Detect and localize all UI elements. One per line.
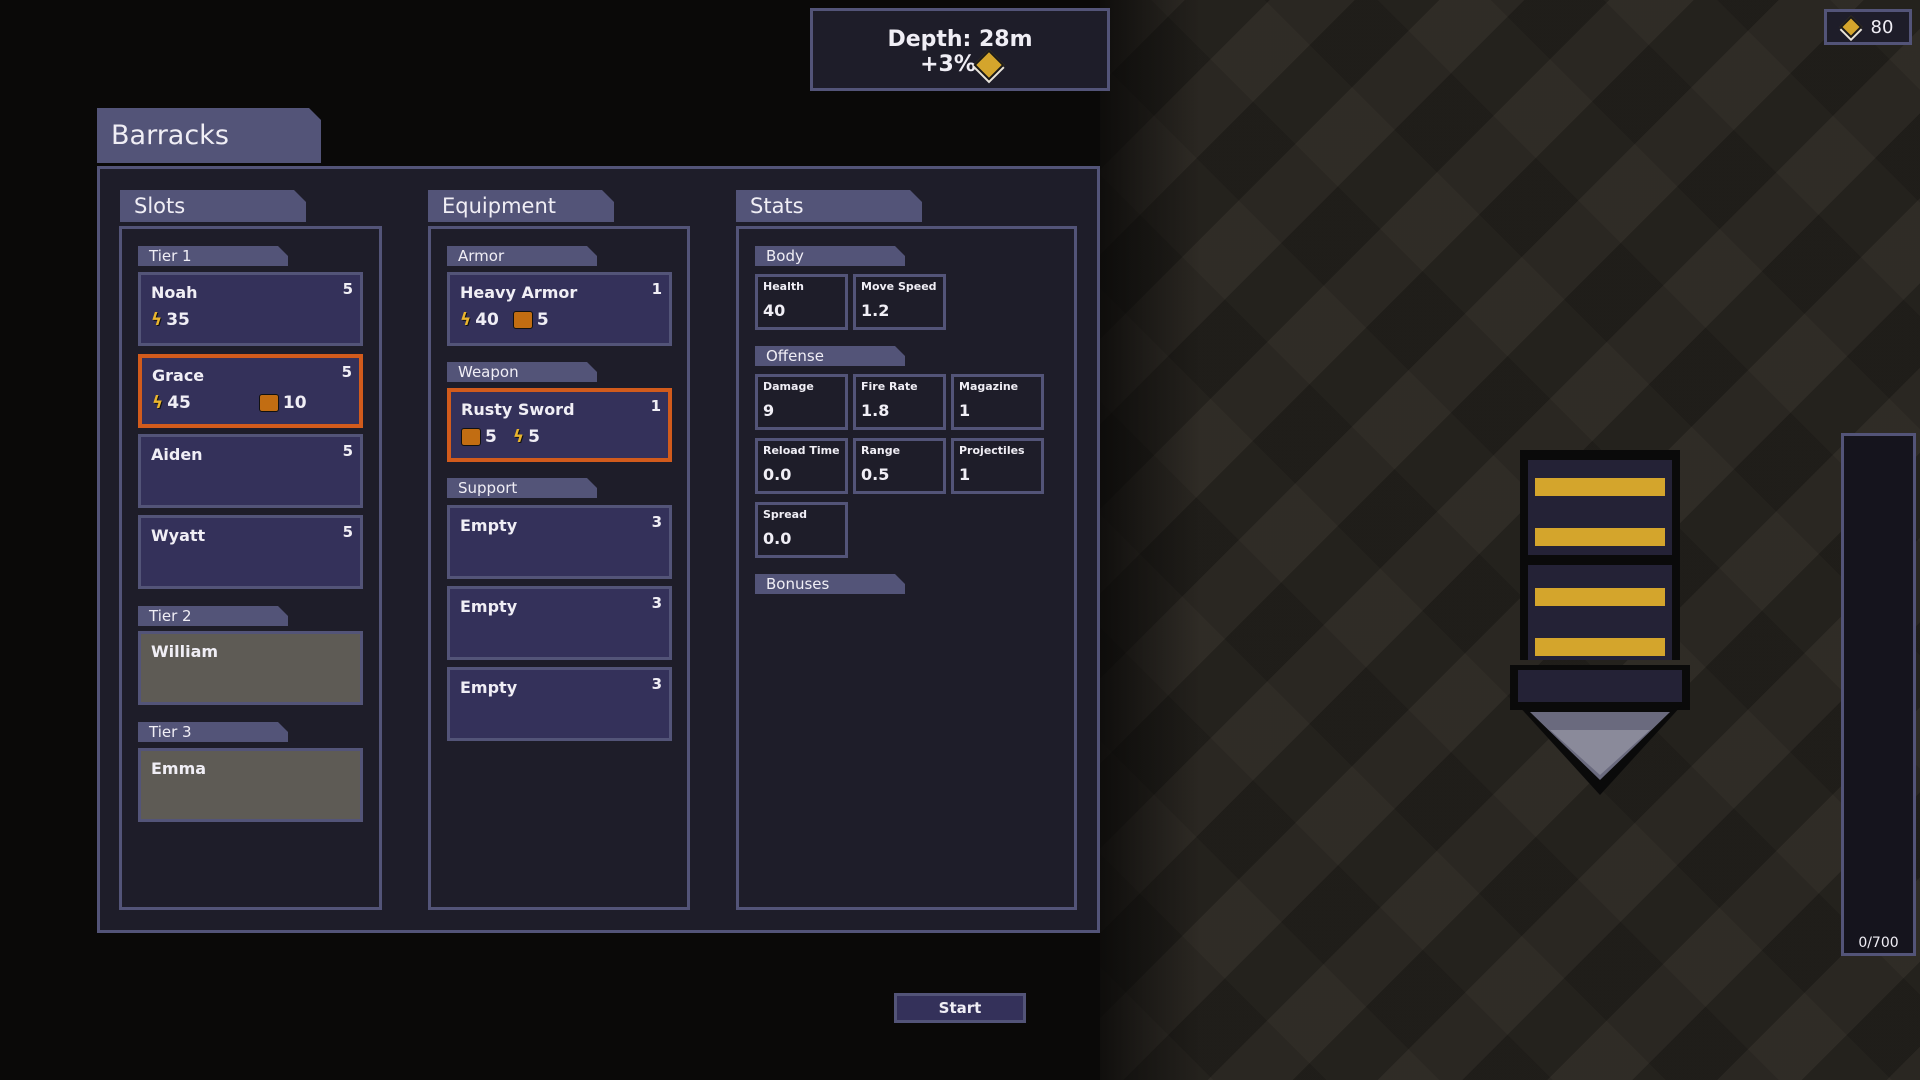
equipment-title: Equipment — [428, 190, 614, 222]
support-label: Support — [447, 478, 597, 498]
stat-value: 0.5 — [861, 465, 890, 484]
stat-value: 1.8 — [861, 401, 890, 420]
stat-move-speed: Move Speed 1.2 — [853, 274, 946, 330]
unit-name: Grace — [152, 366, 205, 385]
stat-label: Move Speed — [861, 280, 937, 293]
stat-label: Projectiles — [959, 444, 1025, 457]
item-level: 3 — [651, 675, 662, 693]
item-level: 1 — [651, 280, 662, 298]
stat-label: Damage — [763, 380, 814, 393]
armor-card[interactable]: Heavy Armor 1 ϟ 40 5 — [447, 272, 672, 346]
stat-fire-rate: Fire Rate 1.8 — [853, 374, 946, 430]
tier-2-label: Tier 2 — [138, 606, 288, 626]
gold-coin-icon — [973, 48, 1005, 81]
stats-title: Stats — [736, 190, 922, 222]
stat-value: 40 — [763, 301, 786, 320]
gold-coin-icon — [1839, 15, 1862, 39]
capacity-text: 0/700 — [1858, 935, 1899, 951]
unit-card-aiden[interactable]: Aiden 5 — [138, 434, 363, 508]
stat-label: Health — [763, 280, 804, 293]
capacity-bar: 0/700 — [1841, 433, 1916, 956]
item-name: Rusty Sword — [461, 400, 575, 419]
item-name: Empty — [460, 597, 518, 616]
barracks-title: Barracks — [97, 108, 321, 163]
item-level: 1 — [650, 397, 661, 415]
stat-damage: Damage 9 — [755, 374, 848, 430]
energy-icon: ϟ — [152, 393, 164, 413]
unit-level: 5 — [342, 523, 353, 541]
energy-icon: ϟ — [460, 310, 472, 330]
unit-level: 5 — [342, 442, 353, 460]
stat-value: 0.0 — [763, 529, 792, 548]
unit-card-emma[interactable]: Emma — [138, 748, 363, 822]
energy-icon: ϟ — [512, 427, 525, 447]
tier-3-label: Tier 3 — [138, 722, 288, 742]
body-label: Body — [755, 246, 905, 266]
unit-card-noah[interactable]: Noah 5 ϟ 35 — [138, 272, 363, 346]
stat-value: 0.0 — [763, 465, 792, 484]
stat-label: Magazine — [959, 380, 1019, 393]
item-name: Empty — [460, 516, 518, 535]
unit-card-wyatt[interactable]: Wyatt 5 — [138, 515, 363, 589]
energy-cost: 35 — [166, 310, 190, 330]
unit-name: Noah — [151, 283, 198, 302]
ore-cost: 10 — [282, 393, 307, 413]
ore-icon — [461, 428, 481, 446]
unit-name: Aiden — [151, 445, 203, 464]
ore-icon — [258, 394, 279, 412]
stat-label: Fire Rate — [861, 380, 918, 393]
stat-projectiles: Projectiles 1 — [951, 438, 1044, 494]
energy-cost: 40 — [475, 310, 499, 330]
depth-label: Depth: 28m — [887, 27, 1033, 52]
stat-health: Health 40 — [755, 274, 848, 330]
unit-card-grace[interactable]: Grace 5 ϟ 45 10 — [138, 354, 363, 428]
offense-label: Offense — [755, 346, 905, 366]
drill-icon — [1510, 450, 1690, 795]
energy-cost: 45 — [167, 393, 191, 413]
ore-cost: 5 — [485, 427, 497, 447]
item-name: Heavy Armor — [460, 283, 578, 302]
unit-name: Wyatt — [151, 526, 206, 545]
stat-label: Range — [861, 444, 901, 457]
currency-counter: 80 — [1824, 9, 1912, 45]
unit-card-william[interactable]: William — [138, 631, 363, 705]
stat-value: 1 — [959, 465, 971, 484]
stat-label: Spread — [763, 508, 807, 521]
slots-title: Slots — [120, 190, 306, 222]
bonuses-label: Bonuses — [755, 574, 905, 594]
item-name: Empty — [460, 678, 518, 697]
stat-magazine: Magazine 1 — [951, 374, 1044, 430]
support-card-2[interactable]: Empty 3 — [447, 586, 672, 660]
unit-name: William — [151, 642, 219, 661]
unit-name: Emma — [151, 759, 207, 778]
ore-icon — [512, 311, 533, 329]
item-level: 3 — [651, 594, 662, 612]
start-button[interactable]: Start — [894, 993, 1026, 1023]
depth-indicator: Depth: 28m +3% — [810, 8, 1110, 91]
ore-cost: 5 — [536, 310, 549, 330]
currency-value: 80 — [1870, 16, 1894, 38]
armor-label: Armor — [447, 246, 597, 266]
tier-1-label: Tier 1 — [138, 246, 288, 266]
energy-icon: ϟ — [151, 310, 163, 330]
weapon-card[interactable]: Rusty Sword 1 5ϟ5 — [447, 388, 672, 462]
stat-reload-time: Reload Time 0.0 — [755, 438, 848, 494]
support-card-1[interactable]: Empty 3 — [447, 505, 672, 579]
stat-label: Reload Time — [763, 444, 840, 457]
energy-cost: 5 — [528, 427, 540, 447]
stat-spread: Spread 0.0 — [755, 502, 848, 558]
support-card-3[interactable]: Empty 3 — [447, 667, 672, 741]
depth-bonus: +3% — [920, 52, 976, 77]
unit-level: 5 — [342, 280, 353, 298]
weapon-label: Weapon — [447, 362, 597, 382]
stat-value: 9 — [763, 401, 775, 420]
stat-value: 1.2 — [861, 301, 890, 320]
stat-range: Range 0.5 — [853, 438, 946, 494]
stat-value: 1 — [959, 401, 971, 420]
item-level: 3 — [651, 513, 662, 531]
unit-level: 5 — [341, 363, 352, 381]
